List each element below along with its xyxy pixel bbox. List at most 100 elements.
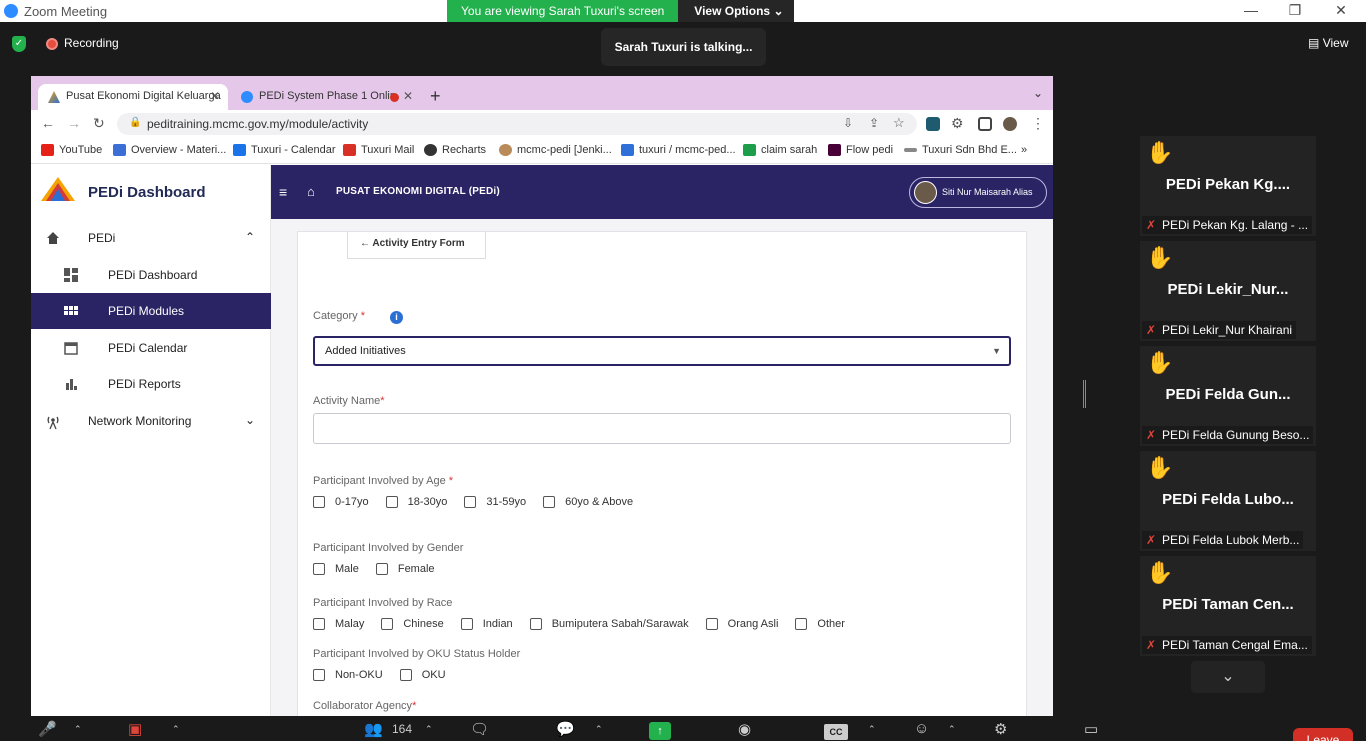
gender-checkbox-male[interactable]: Male [313,563,359,575]
video-off-icon[interactable]: ▣ [128,720,142,738]
reactions-icon[interactable]: ☺ [914,720,929,737]
bookmark-youtube[interactable]: YouTube [41,144,102,156]
forward-icon[interactable]: → [67,115,81,131]
bookmark-flow[interactable]: Flow pedi [828,144,893,156]
bookmark-gitlab[interactable]: tuxuri / mcmc-ped... [621,144,736,156]
shield-icon[interactable]: ✓ [12,36,26,52]
bookmarks-overflow-icon[interactable]: » [1021,144,1027,156]
race-checkbox-malay[interactable]: Malay [313,618,364,630]
checkbox[interactable] [795,618,808,630]
install-icon[interactable]: ⇩ [843,116,853,130]
bookmark-mail[interactable]: Tuxuri Mail [343,144,414,156]
info-icon[interactable]: i [390,311,403,324]
sidebar-item-calendar[interactable]: PEDi Calendar [31,330,271,366]
bookmark-tuxuri[interactable]: Tuxuri Sdn Bhd E... [904,144,1017,156]
race-checkbox-bumiputera[interactable]: Bumiputera Sabah/Sarawak [529,618,689,630]
browser-tab-active[interactable]: Pusat Ekonomi Digital Keluarga ✕ [38,84,228,110]
gender-checkbox-female[interactable]: Female [375,563,435,575]
checkbox[interactable] [460,618,473,630]
menu-collapse-icon[interactable]: ≡ [279,184,287,200]
participant-tile[interactable]: ✋ PEDi Pekan Kg.... ✗ PEDi Pekan Kg. Lala… [1140,136,1316,236]
age-checkbox-0-17[interactable]: 0-17yo [313,496,369,508]
back-icon[interactable]: ← [41,115,55,131]
race-checkbox-orang-asli[interactable]: Orang Asli [705,618,778,630]
age-checkbox-60-above[interactable]: 60yo & Above [543,496,633,508]
leave-button[interactable]: Leave [1293,728,1353,741]
sidebar-group-network[interactable]: Network Monitoring ⌄ [31,403,271,439]
tab-close-icon[interactable]: ✕ [403,89,413,103]
audio-options-icon[interactable]: ⌃ [74,724,82,735]
sidebar-item-dashboard[interactable]: PEDi Dashboard [31,257,271,293]
age-checkbox-18-30[interactable]: 18-30yo [385,496,447,508]
race-checkbox-other[interactable]: Other [795,618,845,630]
cc-options-icon[interactable]: ⌃ [868,724,876,735]
bookmark-calendar[interactable]: Tuxuri - Calendar [233,144,336,156]
bookmark-recharts[interactable]: Recharts [424,144,486,156]
user-menu[interactable]: Siti Nur Maisarah Alias [909,177,1047,208]
checkbox[interactable] [543,496,556,508]
tab-search-icon[interactable]: ⌄ [1033,86,1043,100]
chat-icon[interactable]: 💬 [556,720,575,738]
browser-tab-zoom[interactable]: PEDi System Phase 1 Onlin ✕ [231,84,421,110]
oku-checkbox-oku[interactable]: OKU [399,669,446,681]
participants-icon[interactable]: 👥 [364,720,383,738]
panel-resize-handle[interactable] [1083,380,1086,408]
bookmark-claim[interactable]: claim sarah [743,144,817,156]
checkbox[interactable] [313,496,325,508]
checkbox[interactable] [529,618,542,630]
activity-entry-tab[interactable]: ← Activity Entry Form [347,232,486,259]
age-checkbox-31-59[interactable]: 31-59yo [464,496,526,508]
record-icon[interactable]: ◉ [738,720,751,738]
sidebar-item-reports[interactable]: PEDi Reports [31,366,271,402]
home-icon[interactable]: ⌂ [307,184,315,199]
minimize-icon[interactable]: — [1236,2,1266,18]
url-field[interactable]: 🔒 peditraining.mcmc.gov.my/module/activi… [117,113,917,135]
mic-muted-icon[interactable]: 🎤 [38,720,57,738]
view-button[interactable]: ▤ View [1308,36,1348,50]
checkbox[interactable] [464,496,477,508]
closed-captions-button[interactable]: CC [824,724,848,740]
more-menu-icon[interactable]: ⋮ [1031,115,1045,132]
bookmark-overview[interactable]: Overview - Materi... [113,144,226,156]
reload-icon[interactable]: ↻ [93,115,105,132]
profile-avatar-icon[interactable] [1003,117,1017,131]
checkbox[interactable] [385,496,398,508]
video-options-icon[interactable]: ⌃ [172,724,180,735]
race-checkbox-indian[interactable]: Indian [460,618,513,630]
new-tab-icon[interactable]: + [430,86,441,107]
activity-name-input[interactable] [313,413,1011,444]
share-screen-button[interactable]: ↑ [649,722,671,740]
participants-options-icon[interactable]: ⌃ [425,724,433,735]
participant-count[interactable]: 164 [392,722,412,736]
chat-options-icon[interactable]: ⌃ [595,724,603,735]
reactions-options-icon[interactable]: ⌃ [948,724,956,735]
participant-tile[interactable]: ✋ PEDi Taman Cen... ✗ PEDi Taman Cengal E… [1140,556,1316,656]
chat-bubbles-icon[interactable]: 🗨 [470,720,489,738]
race-checkbox-chinese[interactable]: Chinese [381,618,444,630]
checkbox[interactable] [375,563,388,575]
close-icon[interactable]: ✕ [1326,2,1356,19]
participant-tile[interactable]: ✋ PEDi Felda Gun... ✗ PEDi Felda Gunung B… [1140,346,1316,446]
apps-icon[interactable]: ⚙ [994,720,1007,738]
participant-tile[interactable]: ✋ PEDi Felda Lubo... ✗ PEDi Felda Lubok M… [1140,451,1316,551]
side-panel-icon[interactable] [978,117,992,131]
participant-tile[interactable]: ✋ PEDi Lekir_Nur... ✗ PEDi Lekir_Nur Khai… [1140,241,1316,341]
sidebar-group-pedi[interactable]: PEDi ⌃ [31,220,271,256]
extensions-icon[interactable]: ⚙ [951,115,964,132]
checkbox[interactable] [313,669,325,681]
checkbox[interactable] [313,563,325,575]
category-select[interactable]: Added Initiatives ▼ [313,336,1011,366]
recording-icon[interactable] [46,38,58,50]
checkbox[interactable] [399,669,412,681]
checkbox[interactable] [381,618,394,630]
whiteboard-icon[interactable]: ▭ [1084,720,1098,738]
bookmark-jenkins[interactable]: mcmc-pedi [Jenki... [499,144,612,156]
restore-icon[interactable]: ❐ [1280,2,1310,19]
recording-label[interactable]: Recording [64,36,119,50]
tab-close-icon[interactable]: ✕ [210,89,220,103]
react-devtools-icon[interactable] [926,117,940,131]
sidebar-item-modules[interactable]: PEDi Modules [31,293,271,329]
view-options-button[interactable]: View Options ⌄ [678,0,794,22]
share-icon[interactable]: ⇪ [869,116,879,130]
oku-checkbox-non-oku[interactable]: Non-OKU [313,669,383,681]
